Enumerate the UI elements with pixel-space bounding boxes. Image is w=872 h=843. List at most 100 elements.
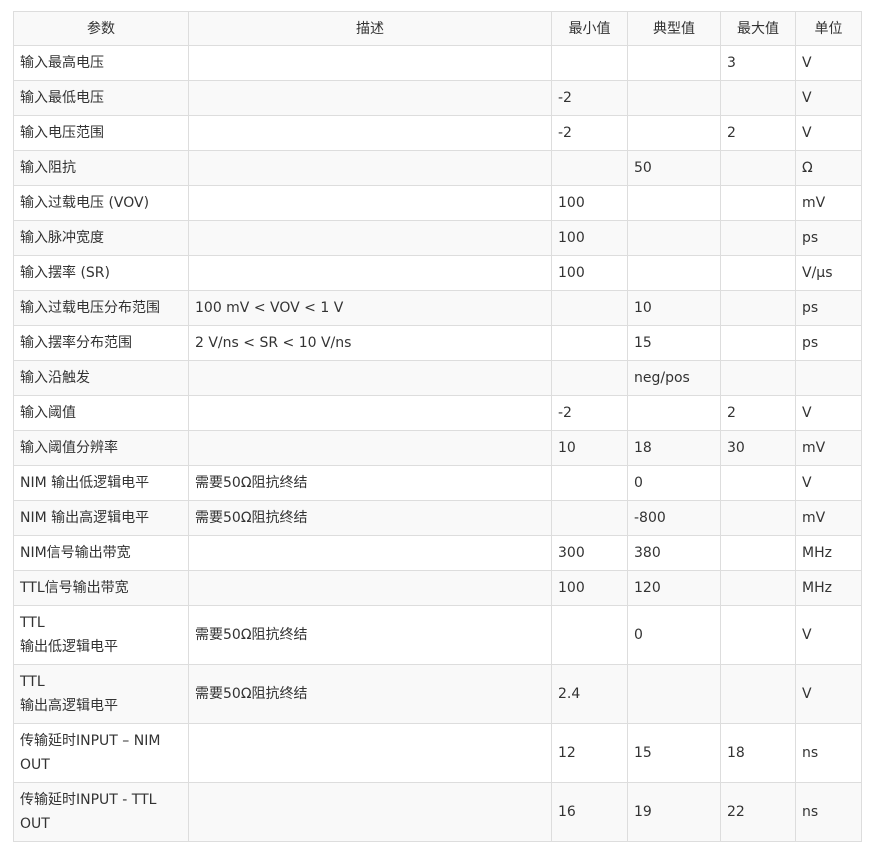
- cell-min: 100: [551, 255, 628, 291]
- cell-min: 100: [551, 185, 628, 221]
- table-body: 输入最高电压 3 V 输入最低电压 -2 V 输入电压范围 -2 2 V 输入阻抗 50 Ω 输入过载电压…: [13, 45, 862, 842]
- cell-max: [720, 290, 796, 326]
- cell-parameter: 输入阻抗: [13, 150, 189, 186]
- cell-typ: 10: [627, 290, 721, 326]
- cell-unit: V/µs: [795, 255, 862, 291]
- cell-parameter: TTL 输出低逻辑电平: [13, 605, 189, 665]
- cell-typ: 15: [627, 723, 721, 783]
- cell-unit: mV: [795, 185, 862, 221]
- cell-description: [188, 570, 552, 606]
- cell-typ: 0: [627, 605, 721, 665]
- table-row: 输入阈值 -2 2 V: [13, 395, 862, 431]
- cell-description: 需要50Ω阻抗终结: [188, 500, 552, 536]
- cell-typ: [627, 80, 721, 116]
- cell-parameter: 输入阈值: [13, 395, 189, 431]
- cell-description: [188, 395, 552, 431]
- cell-parameter: 输入过载电压 (VOV): [13, 185, 189, 221]
- cell-min: [551, 360, 628, 396]
- cell-unit: ns: [795, 782, 862, 842]
- cell-unit: MHz: [795, 570, 862, 606]
- cell-min: [551, 290, 628, 326]
- cell-typ: 50: [627, 150, 721, 186]
- cell-unit: mV: [795, 430, 862, 466]
- cell-unit: V: [795, 605, 862, 665]
- cell-parameter: 输入最低电压: [13, 80, 189, 116]
- cell-max: [720, 220, 796, 256]
- cell-description: [188, 150, 552, 186]
- cell-typ: 0: [627, 465, 721, 501]
- table-row: NIM 输出低逻辑电平 需要50Ω阻抗终结 0 V: [13, 465, 862, 501]
- cell-description: 需要50Ω阻抗终结: [188, 605, 552, 665]
- cell-unit: [795, 360, 862, 396]
- cell-min: [551, 150, 628, 186]
- cell-max: 30: [720, 430, 796, 466]
- cell-min: 100: [551, 220, 628, 256]
- cell-description: [188, 45, 552, 81]
- header-description: 描述: [188, 11, 552, 46]
- table-row: 输入过载电压分布范围 100 mV < VOV < 1 V 10 ps: [13, 290, 862, 326]
- cell-description: [188, 80, 552, 116]
- cell-max: [720, 185, 796, 221]
- cell-min: -2: [551, 80, 628, 116]
- header-max: 最大值: [720, 11, 796, 46]
- table-row: NIM信号输出带宽 300 380 MHz: [13, 535, 862, 571]
- cell-typ: -800: [627, 500, 721, 536]
- cell-max: 2: [720, 115, 796, 151]
- cell-typ: 380: [627, 535, 721, 571]
- cell-description: 需要50Ω阻抗终结: [188, 664, 552, 724]
- cell-parameter: TTL 输出高逻辑电平: [13, 664, 189, 724]
- cell-description: 需要50Ω阻抗终结: [188, 465, 552, 501]
- cell-unit: MHz: [795, 535, 862, 571]
- cell-min: 300: [551, 535, 628, 571]
- cell-unit: V: [795, 115, 862, 151]
- cell-unit: V: [795, 45, 862, 81]
- cell-min: 12: [551, 723, 628, 783]
- cell-description: [188, 360, 552, 396]
- cell-typ: [627, 395, 721, 431]
- cell-max: 2: [720, 395, 796, 431]
- cell-description: [188, 535, 552, 571]
- cell-typ: [627, 255, 721, 291]
- cell-description: 2 V/ns < SR < 10 V/ns: [188, 325, 552, 361]
- cell-max: 22: [720, 782, 796, 842]
- cell-typ: [627, 45, 721, 81]
- cell-description: [188, 782, 552, 842]
- cell-typ: 19: [627, 782, 721, 842]
- cell-typ: neg/pos: [627, 360, 721, 396]
- cell-unit: Ω: [795, 150, 862, 186]
- cell-min: 100: [551, 570, 628, 606]
- table-row: NIM 输出高逻辑电平 需要50Ω阻抗终结 -800 mV: [13, 500, 862, 536]
- cell-min: [551, 465, 628, 501]
- cell-typ: 18: [627, 430, 721, 466]
- cell-min: [551, 500, 628, 536]
- table-row: 传输延时INPUT - TTL OUT 16 19 22 ns: [13, 782, 862, 842]
- table-row: 输入沿触发 neg/pos: [13, 360, 862, 396]
- cell-description: [188, 220, 552, 256]
- cell-parameter: NIM 输出高逻辑电平: [13, 500, 189, 536]
- cell-unit: mV: [795, 500, 862, 536]
- cell-max: [720, 80, 796, 116]
- cell-unit: ps: [795, 325, 862, 361]
- cell-min: -2: [551, 115, 628, 151]
- cell-max: [720, 500, 796, 536]
- cell-parameter: 输入脉冲宽度: [13, 220, 189, 256]
- cell-unit: V: [795, 664, 862, 724]
- cell-max: [720, 535, 796, 571]
- cell-unit: V: [795, 465, 862, 501]
- table-row: 输入摆率分布范围 2 V/ns < SR < 10 V/ns 15 ps: [13, 325, 862, 361]
- spec-table: 参数 描述 最小值 典型值 最大值 单位 输入最高电压 3 V 输入最低电压 -2 V 输入…: [13, 11, 862, 842]
- cell-unit: V: [795, 80, 862, 116]
- cell-typ: [627, 220, 721, 256]
- header-parameter: 参数: [13, 11, 189, 46]
- cell-parameter: TTL信号输出带宽: [13, 570, 189, 606]
- cell-description: [188, 185, 552, 221]
- cell-unit: V: [795, 395, 862, 431]
- table-row: TTL 输出低逻辑电平 需要50Ω阻抗终结 0 V: [13, 605, 862, 665]
- table-row: 输入电压范围 -2 2 V: [13, 115, 862, 151]
- table-header-row: 参数 描述 最小值 典型值 最大值 单位: [13, 11, 862, 46]
- table-row: 输入最低电压 -2 V: [13, 80, 862, 116]
- cell-parameter: 输入过载电压分布范围: [13, 290, 189, 326]
- cell-parameter: 输入电压范围: [13, 115, 189, 151]
- cell-typ: [627, 115, 721, 151]
- cell-min: 10: [551, 430, 628, 466]
